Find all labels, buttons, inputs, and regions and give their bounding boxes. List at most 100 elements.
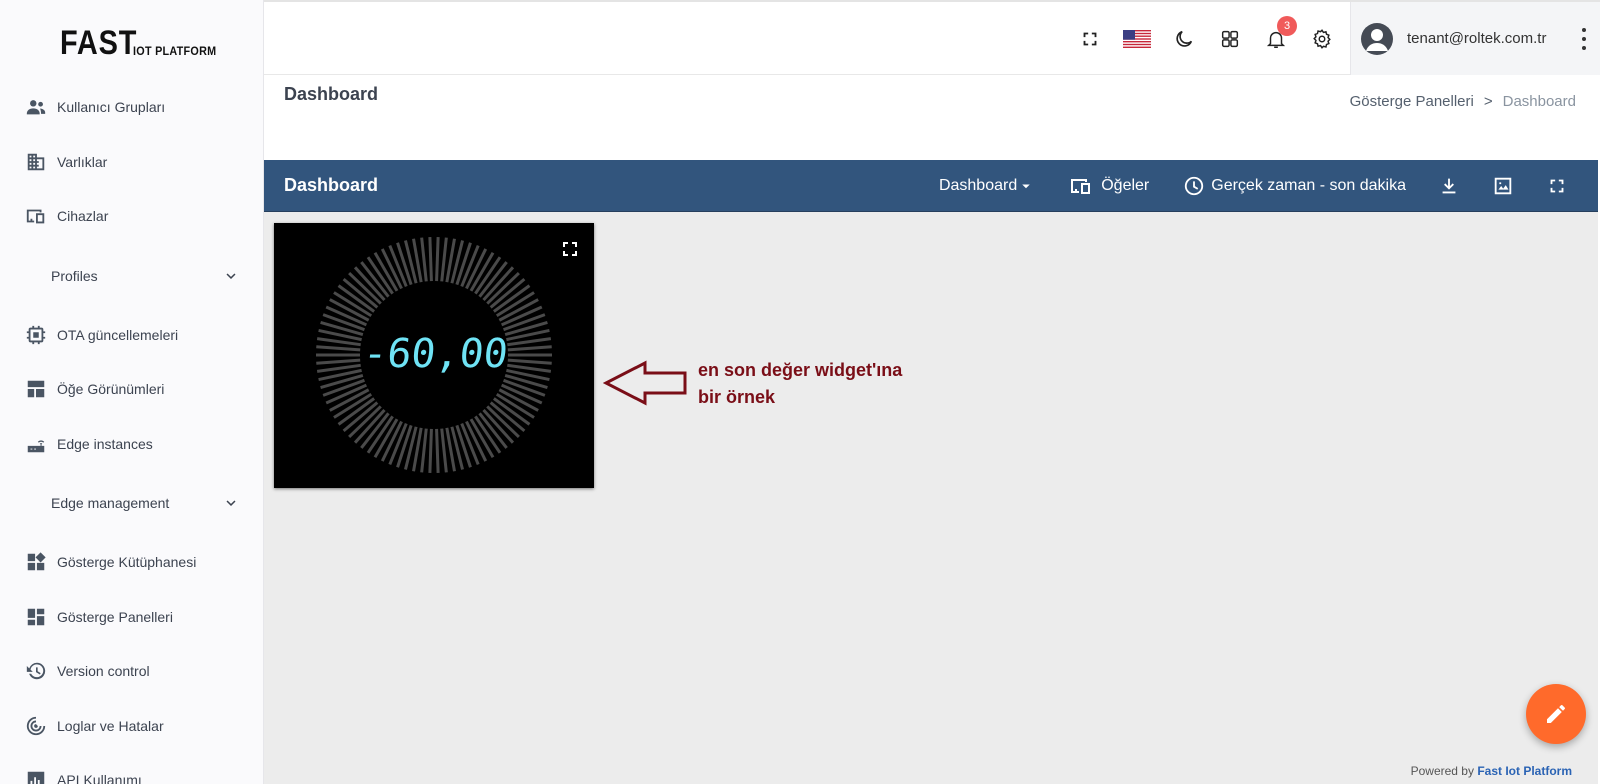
bar-chart-icon	[25, 769, 47, 784]
dashboard-select[interactable]: Dashboard	[939, 177, 1035, 195]
powered-by: Powered by Fast Iot Platform	[1411, 764, 1572, 778]
sidebar-item-devices[interactable]: Cihazlar	[0, 189, 264, 244]
notification-badge: 3	[1277, 16, 1297, 36]
sidebar-item-widget-views[interactable]: Öğe Görünümleri	[0, 362, 264, 417]
chip-icon	[25, 324, 47, 346]
breadcrumb: Gösterge Panelleri > Dashboard	[1350, 93, 1576, 110]
clock-icon	[1185, 176, 1204, 195]
top-icons: 3	[1057, 16, 1335, 52]
apps-button[interactable]	[1217, 26, 1243, 52]
widget-library-icon	[25, 551, 47, 573]
gauge-tick	[435, 428, 440, 473]
sidebar-item-assets[interactable]: Varlıklar	[0, 135, 264, 190]
devices-icon	[25, 205, 47, 227]
sidebar-item-ota-updates[interactable]: OTA güncellemeleri	[0, 308, 264, 363]
building-icon	[25, 151, 47, 173]
moon-icon	[1176, 30, 1193, 47]
sidebar-item-label: Varlıklar	[57, 153, 108, 170]
sidebar-item-label: Edge instances	[57, 435, 153, 452]
sidebar-item-api-usage[interactable]: API Kullanımı	[0, 753, 264, 784]
sidebar-item-version-control[interactable]: Version control	[0, 644, 264, 699]
powered-prefix: Powered by	[1410, 764, 1474, 778]
notifications-button[interactable]: 3	[1263, 16, 1297, 52]
breadcrumb-parent[interactable]: Gösterge Panelleri	[1350, 93, 1474, 110]
sidebar-group-label: Edge management	[51, 495, 170, 511]
annotation-arrow-icon	[603, 360, 687, 406]
settings-button[interactable]	[1309, 26, 1335, 52]
top-bar: 3 tenant@roltek.com.tr	[264, 0, 1600, 75]
gauge-tick	[316, 358, 361, 365]
timewindow-label: Gerçek zaman - son dakika	[1211, 176, 1406, 194]
pencil-icon	[1547, 705, 1565, 723]
sidebar: FAST IOT PLATFORM Kullanıcı Grupları Var…	[0, 0, 264, 784]
devices-icon	[1071, 178, 1091, 194]
grid-icon	[1221, 30, 1239, 48]
user-avatar-icon	[1366, 28, 1388, 51]
image-icon	[1494, 177, 1512, 194]
gear-icon	[1313, 29, 1331, 49]
dashboard-icon	[25, 606, 47, 628]
logo-sub: IOT PLATFORM	[132, 44, 217, 58]
gauge-tick	[316, 345, 361, 352]
avatar	[1361, 22, 1393, 55]
fullscreen-icon	[1550, 179, 1564, 192]
widget-value: -60,00	[361, 331, 510, 377]
sidebar-item-widget-library[interactable]: Gösterge Kütüphanesi	[0, 535, 264, 590]
dashboard-select-label: Dashboard	[938, 176, 1018, 194]
kebab-dot	[1582, 28, 1586, 32]
download-button[interactable]	[1438, 175, 1460, 197]
fullscreen-button[interactable]	[1077, 26, 1103, 52]
sidebar-item-label: Version control	[57, 663, 150, 680]
sidebar-group-edge-management[interactable]: Edge management	[0, 471, 264, 535]
gauge-tick	[507, 345, 552, 352]
dashboard-toolbar-actions: Dashboard Öğeler Gerçek zaman - son daki…	[905, 160, 1568, 212]
gauge-tick	[440, 237, 448, 282]
layout-icon	[25, 378, 47, 400]
router-icon	[25, 433, 47, 455]
gauge-tick	[507, 358, 552, 365]
dashboard-toolbar: Dashboard Dashboard Öğeler Gerçek zaman …	[264, 160, 1598, 212]
gauge-tick	[435, 237, 440, 282]
fullscreen-icon	[1083, 32, 1097, 46]
gauge-tick	[420, 428, 428, 473]
user-email: tenant@roltek.com.tr	[1407, 30, 1547, 47]
gauge-tick	[420, 237, 428, 282]
dashboard-fullscreen-button[interactable]	[1546, 175, 1568, 197]
export-image-button[interactable]	[1492, 175, 1514, 197]
user-menu[interactable]: tenant@roltek.com.tr	[1350, 2, 1600, 75]
edit-dashboard-button[interactable]	[1526, 684, 1586, 744]
sidebar-item-label: Loglar ve Hatalar	[57, 717, 164, 734]
user-group-icon	[25, 96, 47, 118]
timewindow-button[interactable]: Gerçek zaman - son dakika	[1183, 175, 1406, 197]
sidebar-item-logs-errors[interactable]: Loglar ve Hatalar	[0, 699, 264, 754]
sidebar-item-user-groups[interactable]: Kullanıcı Grupları	[0, 80, 264, 135]
sidebar-item-dashboards[interactable]: Gösterge Panelleri	[0, 590, 264, 645]
latest-value-widget[interactable]: -60,00	[274, 223, 594, 488]
dashboard-toolbar-title: Dashboard	[284, 175, 379, 195]
gauge-tick	[428, 237, 433, 282]
theme-toggle-button[interactable]	[1171, 26, 1197, 52]
breadcrumb-separator: >	[1483, 93, 1493, 110]
sidebar-group-label: Profiles	[51, 267, 98, 284]
widget-fullscreen-icon[interactable]	[562, 241, 578, 257]
powered-brand[interactable]: Fast Iot Platform	[1477, 764, 1572, 778]
sidebar-item-label: Kullanıcı Grupları	[57, 99, 166, 116]
sidebar-item-label: API Kullanımı	[57, 772, 142, 784]
sidebar-item-label: OTA güncellemeleri	[57, 326, 179, 343]
kebab-dot	[1582, 46, 1586, 50]
sidebar-item-edge-instances[interactable]: Edge instances	[0, 417, 264, 472]
entities-button[interactable]: Öğeler	[1069, 174, 1149, 198]
sidebar-item-label: Gösterge Panelleri	[57, 608, 173, 625]
logo[interactable]: FAST IOT PLATFORM	[60, 20, 226, 60]
breadcrumb-current: Dashboard	[1502, 93, 1576, 110]
kebab-dot	[1582, 37, 1586, 41]
sidebar-item-label: Gösterge Kütüphanesi	[57, 554, 197, 571]
page-title: Dashboard	[284, 84, 379, 104]
chevron-down-icon	[226, 272, 236, 279]
more-options-button[interactable]	[1582, 28, 1588, 50]
sidebar-group-profiles[interactable]: Profiles	[0, 244, 264, 308]
language-button[interactable]	[1123, 26, 1151, 52]
sidebar-nav: Kullanıcı Grupları Varlıklar Cihazlar Pr…	[0, 80, 264, 784]
entities-label: Öğeler	[1101, 176, 1150, 194]
annotation-line: en son değer widget'ına	[698, 360, 903, 380]
